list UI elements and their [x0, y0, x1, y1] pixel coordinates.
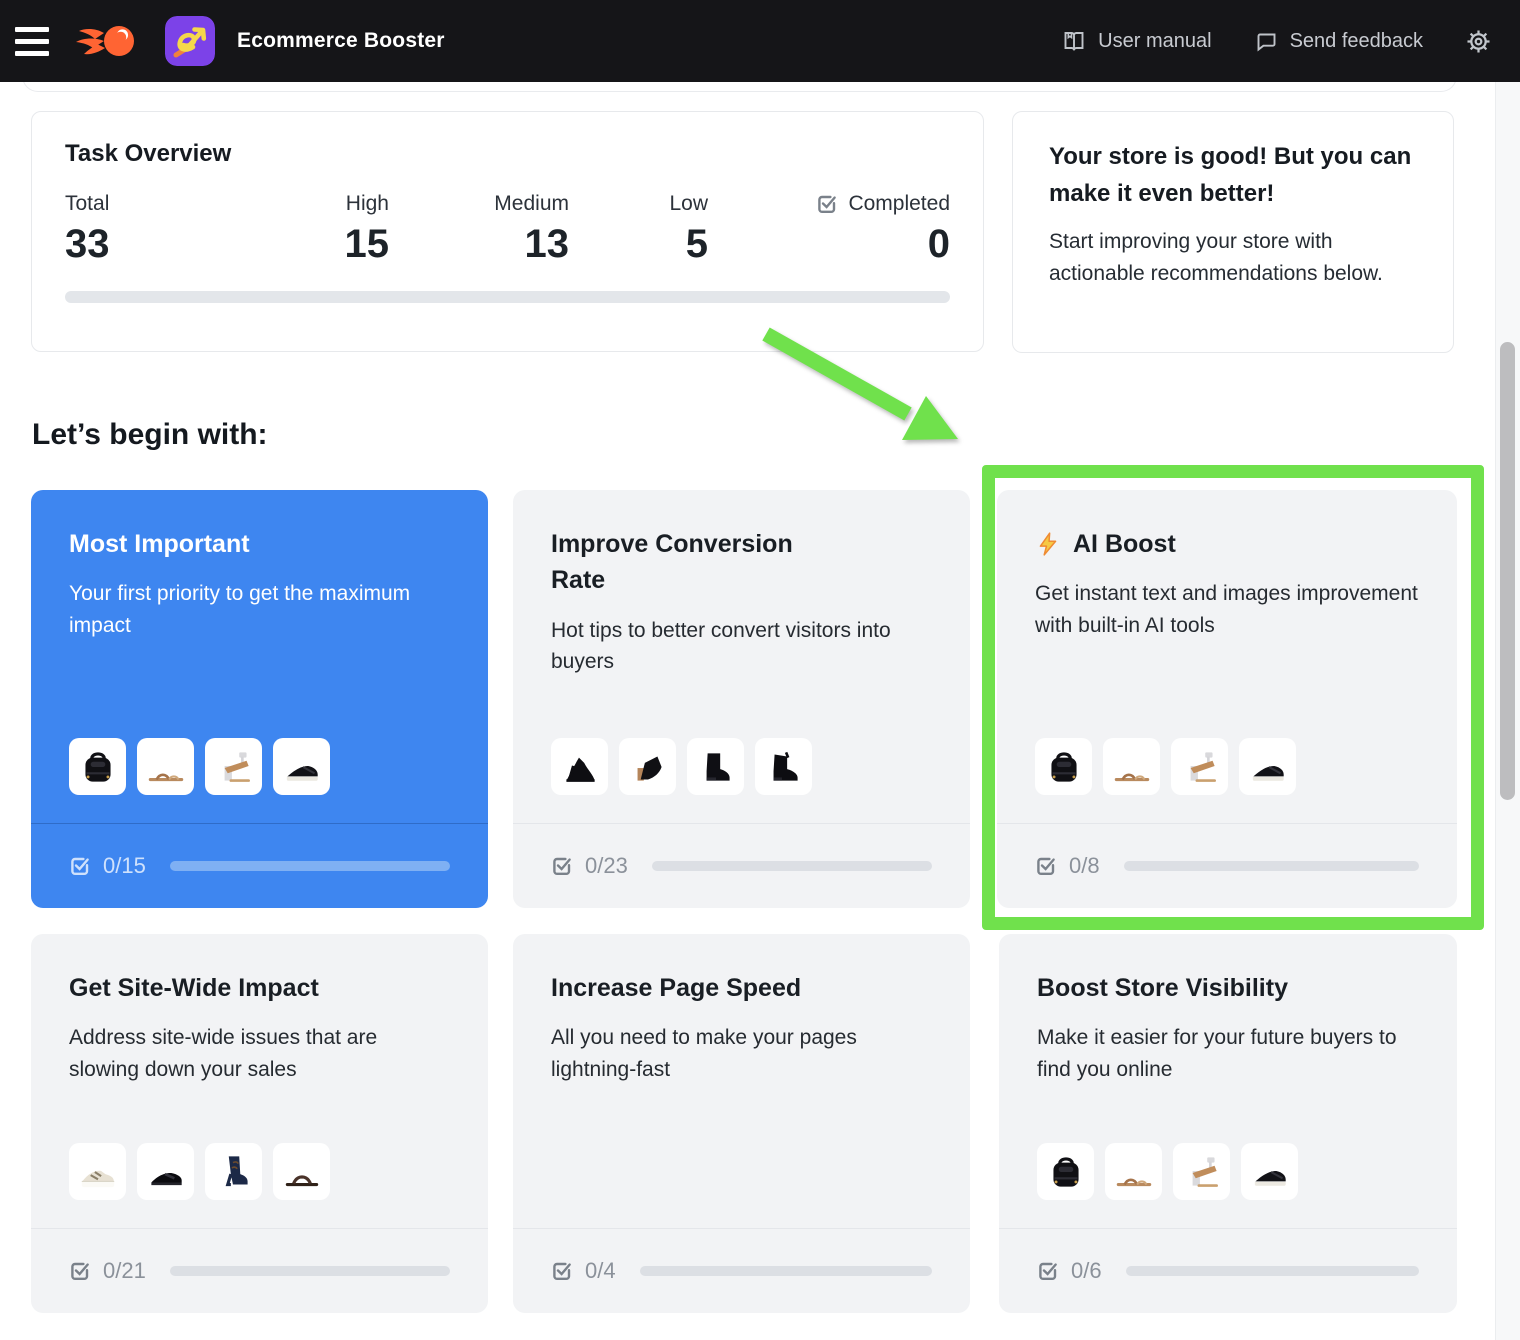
product-thumbnail-slip-on-sneaker [1239, 738, 1296, 795]
card-title: AI Boost [1035, 526, 1419, 562]
progress-count: 0/15 [103, 853, 146, 879]
product-thumbnail-slip-on-sneaker [273, 738, 330, 795]
card-boost-store-visibility[interactable]: Boost Store Visibility Make it easier fo… [999, 934, 1457, 1313]
stat-low: Low 5 [569, 192, 708, 267]
topbar-actions: User manual Send feedback [1062, 28, 1520, 55]
checkbox-icon [816, 193, 838, 215]
task-overview-stats: Total 33 High 15 Medium 13 Low 5 Complet… [65, 192, 950, 267]
product-thumbnail-black-backpack [1037, 1143, 1094, 1200]
send-feedback-label: Send feedback [1290, 30, 1423, 53]
card-progressbar [652, 861, 932, 871]
card-progressbar [640, 1266, 932, 1276]
product-thumbnail-black-backpack [69, 738, 126, 795]
card-progressbar [170, 1266, 450, 1276]
progress-count: 0/21 [103, 1258, 146, 1284]
card-footer: 0/8 [997, 823, 1457, 908]
product-thumbnail-brown-slide-sandal [273, 1143, 330, 1200]
checkbox-icon [69, 855, 91, 877]
checkbox-icon [69, 1260, 91, 1282]
product-thumbnails [999, 1143, 1457, 1200]
product-thumbnails [31, 1143, 488, 1200]
progress-count: 0/8 [1069, 853, 1100, 879]
card-description: Your first priority to get the maximum i… [69, 578, 450, 641]
user-manual-link[interactable]: User manual [1062, 29, 1211, 53]
stat-completed: Completed 0 [708, 192, 950, 267]
card-footer: 0/4 [513, 1228, 970, 1313]
chat-bubble-icon [1254, 29, 1278, 53]
product-thumbnails [997, 738, 1457, 795]
stat-total: Total 33 [65, 192, 215, 267]
checkbox-icon [551, 1260, 573, 1282]
task-overview-card: Task Overview Total 33 High 15 Medium 13… [31, 111, 984, 352]
tip-body: Start improving your store with actionab… [1049, 226, 1417, 289]
product-thumbnail-black-ankle-boot [687, 738, 744, 795]
card-title: Boost Store Visibility [1037, 970, 1419, 1006]
stat-high: High 15 [215, 192, 389, 267]
scrollbar-track[interactable] [1495, 82, 1520, 1340]
card-site-wide-impact[interactable]: Get Site-Wide Impact Address site-wide i… [31, 934, 488, 1313]
gear-icon[interactable] [1465, 28, 1492, 55]
app-title: Ecommerce Booster [237, 29, 445, 53]
hamburger-menu-icon[interactable] [15, 27, 49, 56]
task-overview-progressbar [65, 291, 950, 303]
checkbox-icon [1037, 1260, 1059, 1282]
card-description: Address site-wide issues that are slowin… [69, 1022, 450, 1085]
section-heading: Let’s begin with: [32, 418, 268, 452]
book-open-icon [1062, 29, 1086, 53]
card-description: Make it easier for your future buyers to… [1037, 1022, 1419, 1085]
product-thumbnail-black-mule [619, 738, 676, 795]
card-footer: 0/15 [31, 823, 488, 908]
product-thumbnail-heeled-sandal [205, 738, 262, 795]
product-thumbnail-chunky-sneaker [69, 1143, 126, 1200]
user-manual-label: User manual [1098, 30, 1211, 53]
task-overview-title: Task Overview [65, 140, 950, 168]
tip-title: Your store is good! But you can make it … [1049, 138, 1417, 212]
product-thumbnail-slip-on-sneaker [1241, 1143, 1298, 1200]
card-footer: 0/23 [513, 823, 970, 908]
stat-medium: Medium 13 [389, 192, 569, 267]
card-title: Increase Page Speed [551, 970, 932, 1006]
card-title: Get Site-Wide Impact [69, 970, 450, 1006]
product-thumbnail-flat-sandal [1105, 1143, 1162, 1200]
card-footer: 0/6 [999, 1228, 1457, 1313]
checkbox-icon [1035, 855, 1057, 877]
card-description: Get instant text and images improvement … [1035, 578, 1419, 641]
card-description: Hot tips to better convert visitors into… [551, 615, 932, 678]
card-title: Most Important [69, 526, 450, 562]
product-thumbnail-black-western-boot [755, 738, 812, 795]
ecommerce-booster-app-icon [165, 16, 215, 66]
product-thumbnail-black-pump-heel [551, 738, 608, 795]
card-ai-boost[interactable]: AI Boost Get instant text and images imp… [997, 490, 1457, 908]
card-most-important[interactable]: Most Important Your first priority to ge… [31, 490, 488, 908]
card-footer: 0/21 [31, 1228, 488, 1313]
card-progressbar [1126, 1266, 1419, 1276]
product-thumbnail-navy-heeled-boot [205, 1143, 262, 1200]
card-progressbar [170, 861, 450, 871]
card-increase-page-speed[interactable]: Increase Page Speed All you need to make… [513, 934, 970, 1313]
lightning-icon [1035, 531, 1061, 557]
product-thumbnail-black-backpack [1035, 738, 1092, 795]
progress-count: 0/4 [585, 1258, 616, 1284]
product-thumbnails [31, 738, 488, 795]
progress-count: 0/6 [1071, 1258, 1102, 1284]
scrollbar-thumb[interactable] [1500, 342, 1515, 800]
card-title: Improve Conversion Rate [551, 526, 932, 599]
send-feedback-link[interactable]: Send feedback [1254, 29, 1423, 53]
product-thumbnail-black-loafer [137, 1143, 194, 1200]
product-thumbnail-heeled-sandal [1171, 738, 1228, 795]
card-improve-conversion-rate[interactable]: Improve Conversion Rate Hot tips to bett… [513, 490, 970, 908]
top-app-bar: Ecommerce Booster User manual Send feedb… [0, 0, 1520, 82]
store-tip-card: Your store is good! But you can make it … [1012, 111, 1454, 353]
card-progressbar [1124, 861, 1419, 871]
semrush-logo [76, 19, 140, 63]
product-thumbnail-flat-sandal [137, 738, 194, 795]
checkbox-icon [551, 855, 573, 877]
product-thumbnail-flat-sandal [1103, 738, 1160, 795]
progress-count: 0/23 [585, 853, 628, 879]
product-thumbnail-heeled-sandal [1173, 1143, 1230, 1200]
card-description: All you need to make your pages lightnin… [551, 1022, 932, 1085]
product-thumbnails [513, 738, 970, 795]
